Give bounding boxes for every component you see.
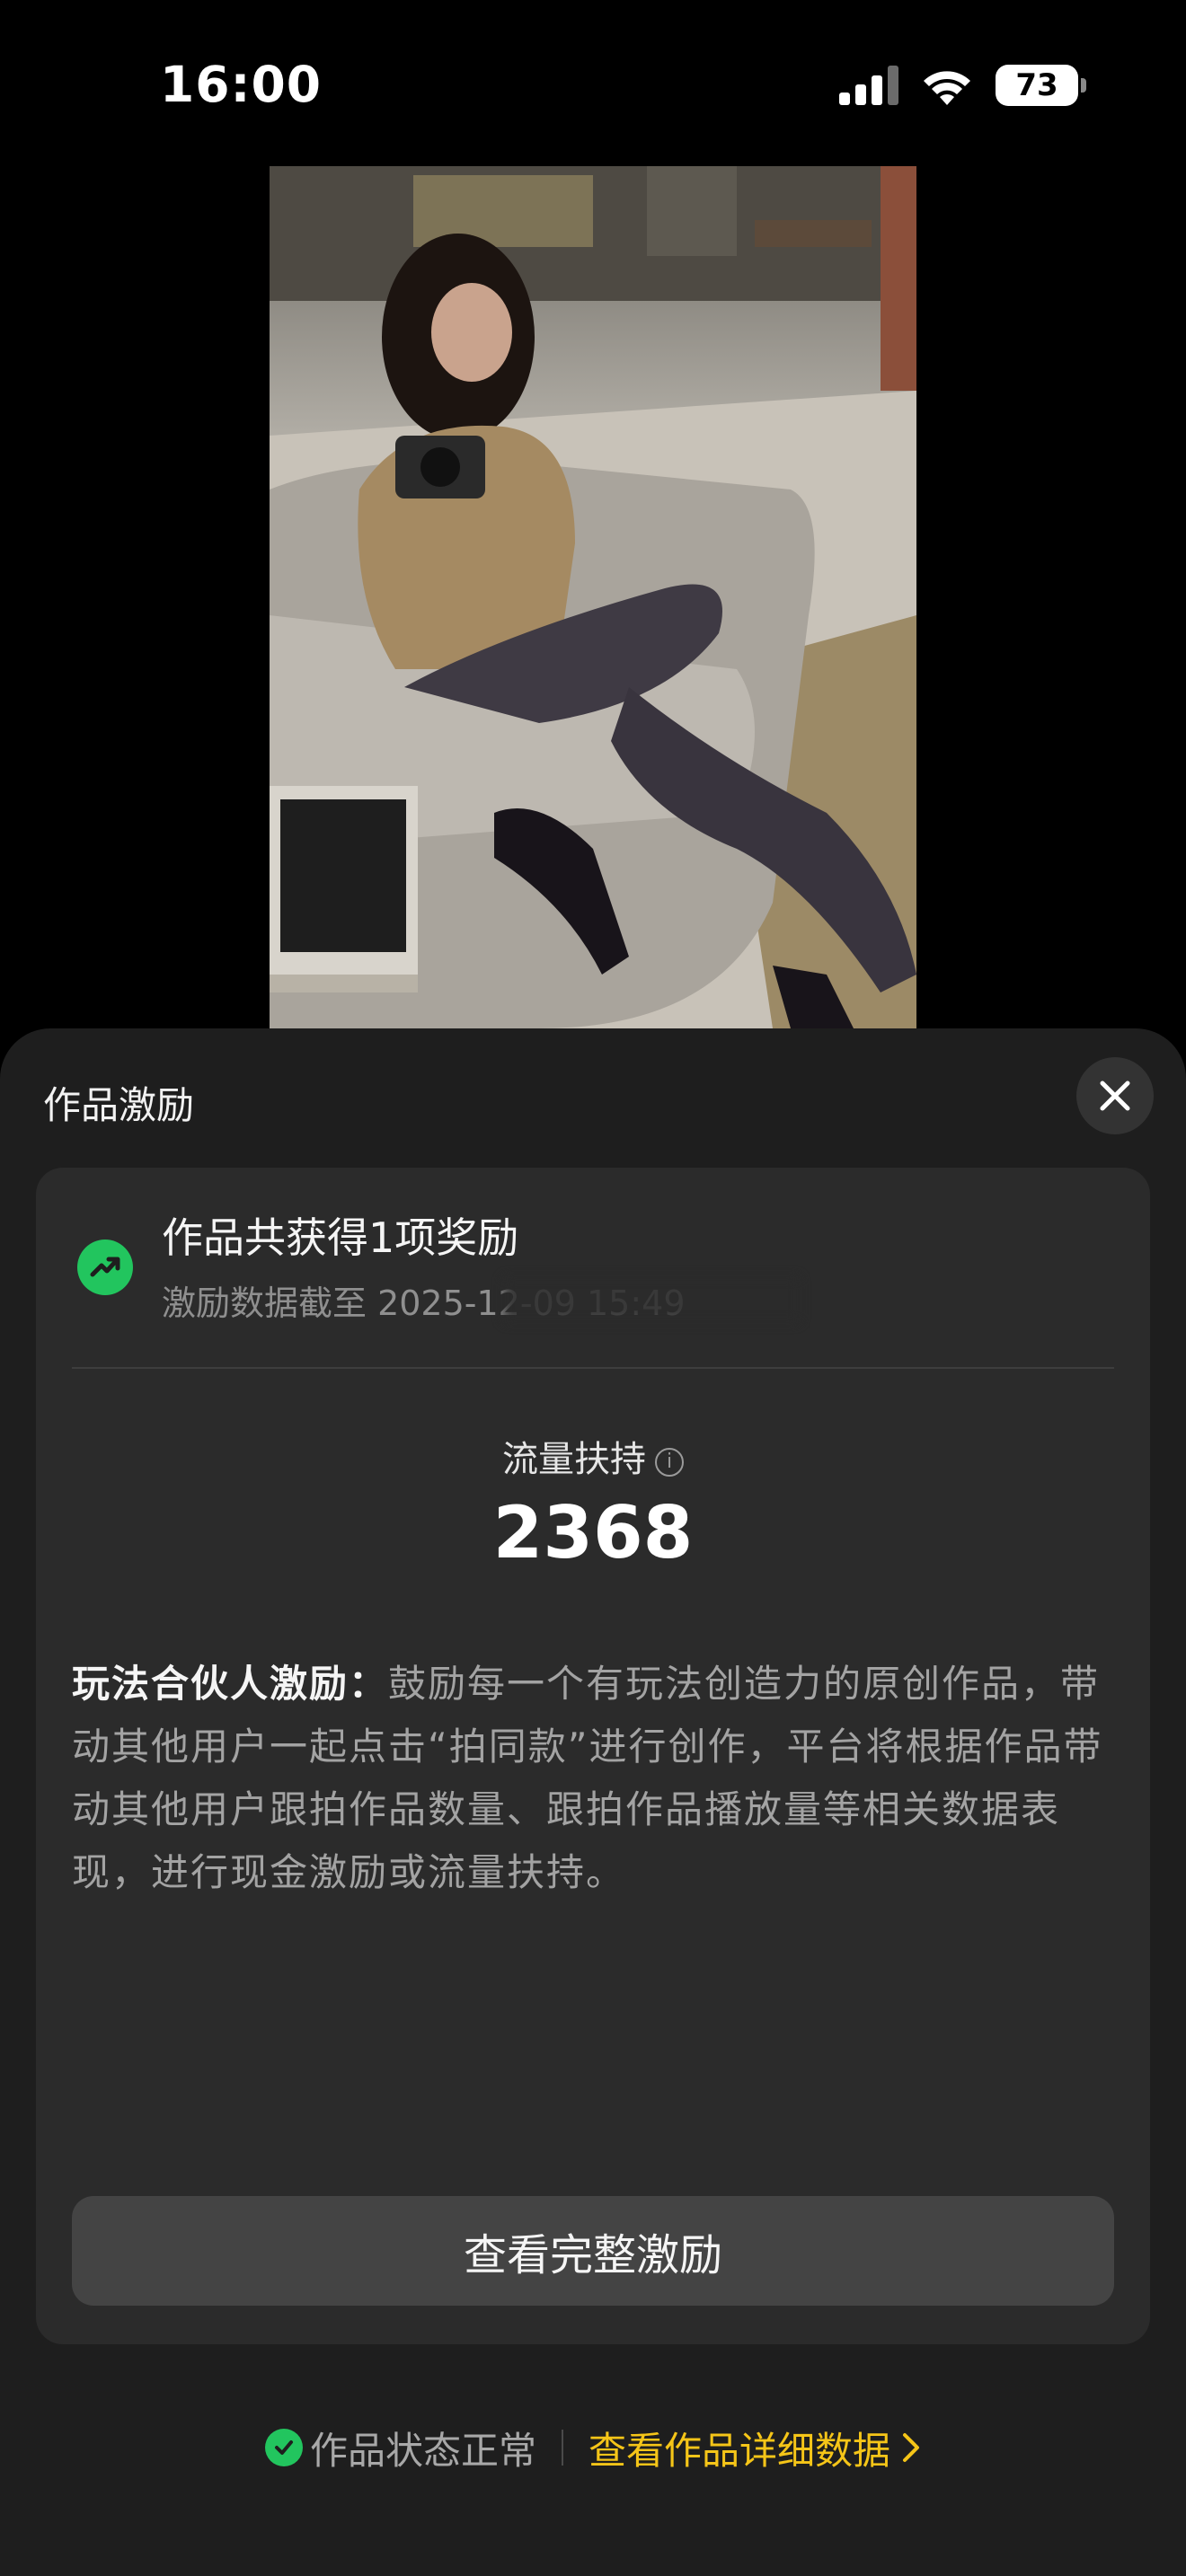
metric-value: 2368 [492, 1491, 694, 1575]
info-icon[interactable]: i [655, 1448, 684, 1477]
incentive-description: 玩法合伙人激励：鼓励每一个有玩法创造力的原创作品，带动其他用户一起点击“拍同款”… [72, 1653, 1132, 1904]
sheet-title: 作品激励 [43, 1083, 195, 1127]
metric-label: 流量扶持 [502, 1439, 646, 1480]
work-status-text: 作品状态正常 [309, 2428, 536, 2473]
divider [72, 1367, 1114, 1369]
description-lead: 玩法合伙人激励： [72, 1662, 389, 1706]
footer-separator [562, 2430, 563, 2466]
redaction-blur [503, 1277, 800, 1322]
view-full-incentive-button[interactable]: 查看完整激励 [72, 2196, 1114, 2306]
status-icons: 73 [839, 63, 1086, 108]
check-circle-icon [264, 2429, 303, 2466]
cellular-signal-icon [839, 66, 898, 105]
view-detail-data-link[interactable]: 查看作品详细数据 [589, 2421, 921, 2475]
incentive-card: 作品共获得1项奖励 激励数据截至 2025-12-09 15:49 流量扶持 i … [36, 1168, 1150, 2344]
work-status: 作品状态正常 [264, 2421, 536, 2475]
screen: 16:00 73 作品激励 作品共获得1项奖励 激励数据截至 2025-12-0… [0, 0, 1186, 2576]
wifi-icon [924, 71, 970, 105]
battery-indicator: 73 [996, 65, 1086, 106]
detail-link-label: 查看作品详细数据 [589, 2428, 891, 2473]
chevron-right-icon [903, 2433, 920, 2462]
video-preview[interactable] [270, 166, 916, 1028]
status-bar: 16:00 73 [0, 0, 1186, 171]
status-time: 16:00 [160, 56, 323, 113]
video-thumbnail-image [270, 166, 916, 1028]
footer: 作品状态正常 查看作品详细数据 [0, 2416, 1186, 2479]
close-icon [1100, 1081, 1130, 1111]
trending-up-icon [77, 1239, 133, 1295]
metric-label-row: 流量扶持 i [36, 1430, 1150, 1482]
incentive-sheet: 作品激励 作品共获得1项奖励 激励数据截至 2025-12-09 15:49 流… [0, 1028, 1186, 2576]
close-button[interactable] [1076, 1057, 1154, 1134]
award-title: 作品共获得1项奖励 [162, 1213, 519, 1262]
